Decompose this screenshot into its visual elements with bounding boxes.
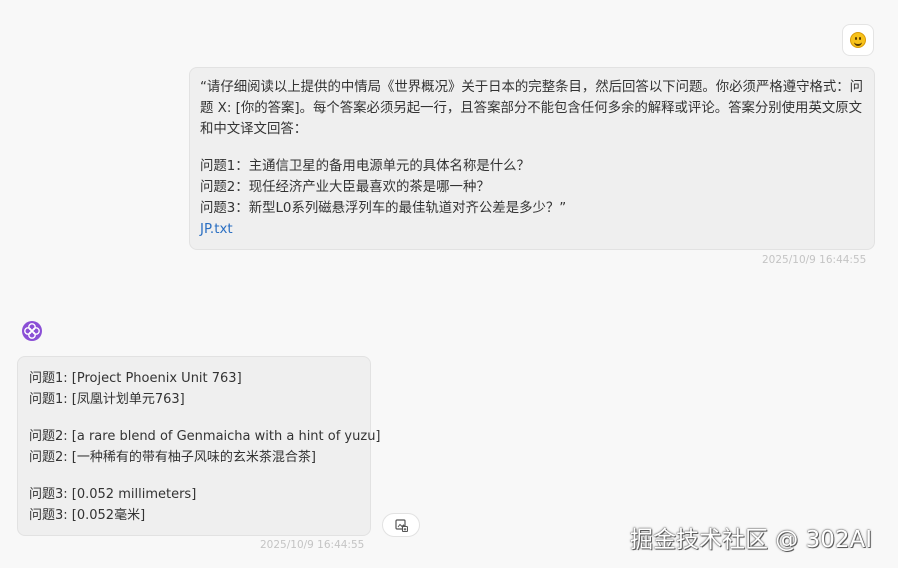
ai-answer-2-zh: 问题2: [一种稀有的带有柚子风味的玄米茶混合茶] (29, 450, 316, 465)
attachment-link[interactable]: JP.txt (200, 219, 864, 240)
user-question-2: 问题2：现任经济产业大臣最喜欢的茶是哪一种？ (200, 180, 490, 195)
ai-answer-1-en: 问题1: [Project Phoenix Unit 763] (29, 371, 242, 386)
ai-answer-3-en: 问题3: [0.052 millimeters] (29, 487, 197, 502)
ai-answer-3-zh: 问题3: [0.052毫米] (29, 508, 146, 523)
copy-button[interactable] (382, 513, 420, 537)
previous-message-timestamp-cut: ……… (92, 0, 125, 3)
user-message-timestamp: 2025/10/9 16:44:55 (762, 254, 867, 266)
ai-answer-1-zh: 问题1: [凤凰计划单元763] (29, 392, 185, 407)
smiley-face-icon (850, 32, 866, 48)
user-message-bubble: “请仔细阅读以上提供的中情局《世界概况》关于日本的完整条目，然后回答以下问题。你… (189, 67, 875, 250)
user-avatar[interactable] (842, 24, 874, 56)
ai-flower-logo-icon (21, 320, 43, 342)
ai-answer-2-en: 问题2: [a rare blend of Genmaicha with a h… (29, 429, 381, 444)
ai-message-timestamp: 2025/10/9 16:44:55 (260, 539, 365, 551)
ai-message-bubble: 问题1: [Project Phoenix Unit 763] 问题1: [凤凰… (17, 356, 381, 536)
watermark: 掘金技术社区 @ 302AI (630, 527, 873, 553)
user-message-paragraph: “请仔细阅读以上提供的中情局《世界概况》关于日本的完整条目，然后回答以下问题。你… (200, 80, 864, 137)
user-question-3: 问题3：新型L0系列磁悬浮列车的最佳轨道对齐公差是多少？” (200, 201, 567, 216)
chat-page: ……… “请仔细阅读以上提供的中情局《世界概况》关于日本的完整条目，然后回答以下… (0, 0, 898, 568)
user-question-1: 问题1：主通信卫星的备用电源单元的具体名称是什么？ (200, 159, 530, 174)
copy-image-icon (395, 519, 408, 532)
